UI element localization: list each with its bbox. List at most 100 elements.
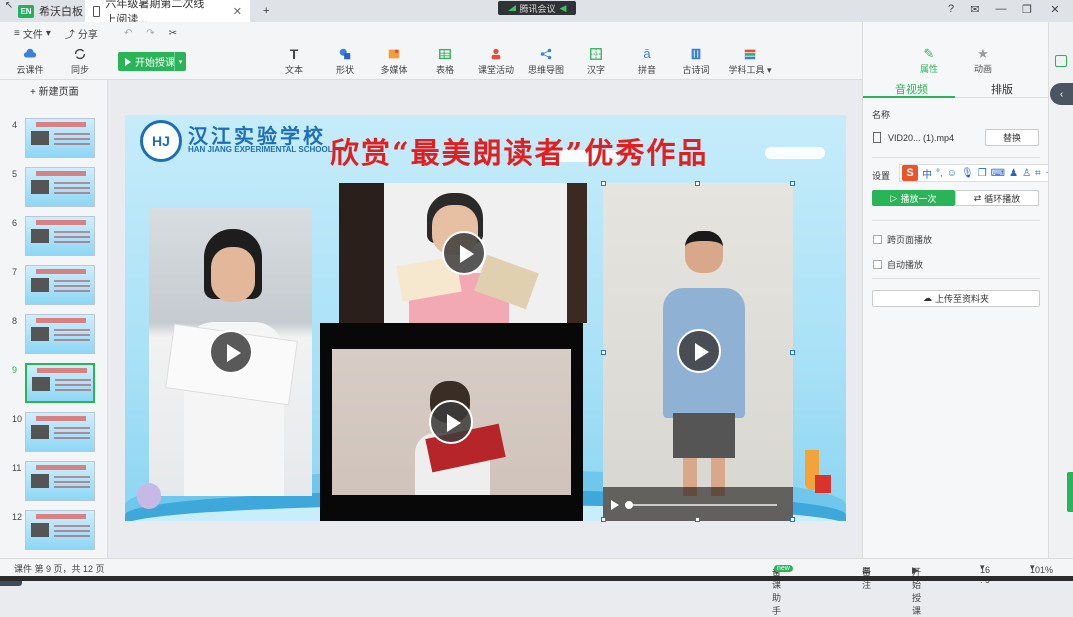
tool-class-activity[interactable]: 课堂活动	[471, 47, 521, 76]
microphone-icon[interactable]: 🎙	[961, 168, 974, 179]
file-menu[interactable]: ≡ 文件 ▾	[14, 26, 51, 41]
ratio-select[interactable]: 16 : 9 ▾	[980, 562, 990, 585]
undo-icon[interactable]: ↶	[124, 28, 132, 39]
replace-button[interactable]: 替换	[985, 129, 1039, 146]
tab-animation[interactable]: ★ 动画	[953, 46, 1013, 75]
play-once-button[interactable]: ▷ 播放一次	[872, 190, 955, 206]
redo-icon[interactable]: ↷	[146, 28, 154, 39]
page-thumbnail[interactable]	[25, 167, 95, 207]
resize-handle[interactable]	[790, 181, 795, 186]
page-thumbnail[interactable]	[25, 461, 95, 501]
tool-pinyin[interactable]: ā 拼音	[622, 47, 672, 76]
play-once-label: 播放一次	[900, 193, 937, 204]
tool-multimedia[interactable]: 多媒体	[369, 47, 419, 76]
resize-handle[interactable]	[601, 350, 606, 355]
tool-table[interactable]: 表格	[420, 47, 470, 76]
checkbox-box[interactable]	[873, 235, 882, 244]
emoji-icon[interactable]: ☺	[947, 168, 957, 179]
share-menu[interactable]: ⤴ 分享	[65, 26, 98, 41]
user-icon[interactable]: ♟	[1009, 168, 1018, 179]
play-button-icon[interactable]	[209, 330, 253, 374]
play-button-icon[interactable]	[677, 329, 721, 373]
video-progress-bar[interactable]	[627, 504, 777, 506]
ime-punct[interactable]: °,	[936, 168, 943, 179]
ime-lang[interactable]: 中	[922, 166, 932, 181]
page-thumbnail[interactable]	[25, 363, 95, 403]
page-thumbnail-row[interactable]: 10	[0, 412, 108, 456]
autoplay-checkbox[interactable]: 自动播放	[873, 258, 923, 271]
page-thumbnail[interactable]	[25, 118, 95, 158]
resize-handle[interactable]	[790, 350, 795, 355]
keyboard-icon[interactable]: ⌨	[991, 168, 1005, 179]
collapse-panel-icon[interactable]: ‹	[1050, 83, 1073, 105]
video-boy-right[interactable]	[603, 183, 793, 521]
tool-hanzi[interactable]: 汉字	[571, 47, 621, 76]
cross-page-checkbox[interactable]: 跨页面播放	[873, 233, 932, 246]
page-thumbnail-row[interactable]: 5	[0, 167, 108, 211]
page-thumbnail[interactable]	[25, 412, 95, 452]
page-thumbnail-row[interactable]: 6	[0, 216, 108, 260]
slide[interactable]: HJ 汉江实验学校 HAN JIANG EXPERIMENTAL SCHOOL …	[125, 115, 846, 521]
tool-mind-map[interactable]: 思维导图	[521, 47, 571, 76]
start-teaching-button[interactable]: 开始授课 ▾	[118, 52, 186, 71]
minimize-icon[interactable]: —	[992, 3, 1010, 15]
tool-text[interactable]: T 文本	[269, 47, 319, 76]
help-icon[interactable]: ?	[942, 3, 960, 15]
tool-poetry[interactable]: 古诗词	[671, 47, 721, 76]
ime-toolbar[interactable]: S 中 °, ☺ 🎙 ❐ ⌨ ♟ ♙ ⌗ ⁘	[899, 164, 1069, 182]
crop-icon[interactable]: ⌗	[1035, 168, 1041, 179]
page-thumbnail[interactable]	[25, 314, 95, 354]
hamburger-icon: ≡	[14, 27, 20, 39]
tab-properties-label: 属性	[919, 64, 938, 74]
cloud-button[interactable]: 云课件	[5, 47, 55, 76]
app-tab[interactable]: EN 希沃白板	[10, 0, 91, 22]
page-thumbnail-row[interactable]: 8	[0, 314, 108, 358]
clear-icon[interactable]: ✂	[169, 28, 177, 39]
page-thumbnail-row[interactable]: 12	[0, 510, 108, 554]
page-thumbnail[interactable]	[25, 510, 95, 550]
subtab-arrange[interactable]: 排版	[991, 81, 1013, 97]
video-play-icon[interactable]	[611, 500, 619, 510]
zoom-select[interactable]: 101% ▾	[1030, 562, 1053, 575]
resize-handle[interactable]	[695, 517, 700, 522]
new-page-button[interactable]: + 新建页面	[30, 83, 79, 98]
mail-icon[interactable]: ✉	[966, 3, 984, 16]
chevron-down-icon[interactable]: ▾	[174, 52, 186, 71]
page-thumbnail-row[interactable]: 11	[0, 461, 108, 505]
page-thumbnail-row[interactable]: 4	[0, 118, 108, 162]
close-tab-icon[interactable]: ✕	[233, 5, 242, 18]
checkbox-box[interactable]	[873, 260, 882, 269]
document-tab[interactable]: 六年级暑期第二次线上阅读... ✕	[85, 0, 250, 26]
tool-shape[interactable]: 形状	[320, 47, 370, 76]
video-girl-center[interactable]	[339, 183, 587, 323]
copy-icon[interactable]: ❐	[978, 168, 987, 179]
sync-icon	[74, 48, 86, 60]
close-window-icon[interactable]: ✕	[1046, 3, 1064, 16]
loop-play-button[interactable]: ⇄ 循环播放	[955, 190, 1039, 206]
page-thumbnail-row[interactable]: 9	[0, 363, 108, 407]
page-thumbnail-row[interactable]: 7	[0, 265, 108, 309]
meeting-indicator[interactable]: 腾讯会议 ◀	[498, 1, 576, 15]
resize-handle[interactable]	[601, 517, 606, 522]
sync-button[interactable]: 同步	[55, 47, 105, 76]
page-thumbnail[interactable]	[25, 216, 95, 256]
restore-icon[interactable]: ❐	[1018, 3, 1036, 16]
video-girl-left[interactable]	[149, 207, 312, 496]
tool-subject-tools[interactable]: 学科工具 ▾	[722, 47, 778, 76]
new-tab-button[interactable]: +	[255, 0, 277, 22]
subtab-audio-video[interactable]: 音视频	[895, 81, 928, 97]
play-button-icon[interactable]	[442, 231, 486, 275]
resize-handle[interactable]	[695, 181, 700, 186]
resize-handle[interactable]	[790, 517, 795, 522]
resize-handle[interactable]	[601, 181, 606, 186]
page-settings-icon[interactable]	[1055, 55, 1067, 67]
tab-properties[interactable]: ✎ 属性	[899, 46, 959, 75]
video-progress-handle[interactable]	[625, 501, 633, 509]
tool-table-label: 表格	[435, 65, 454, 75]
upload-button[interactable]: ☁ 上传至资料夹	[872, 290, 1040, 307]
play-button-icon[interactable]	[429, 400, 473, 444]
shirt-icon[interactable]: ♙	[1022, 168, 1031, 179]
video-boy-center[interactable]	[320, 323, 583, 521]
side-handle[interactable]	[1067, 472, 1073, 512]
page-thumbnail[interactable]	[25, 265, 95, 305]
